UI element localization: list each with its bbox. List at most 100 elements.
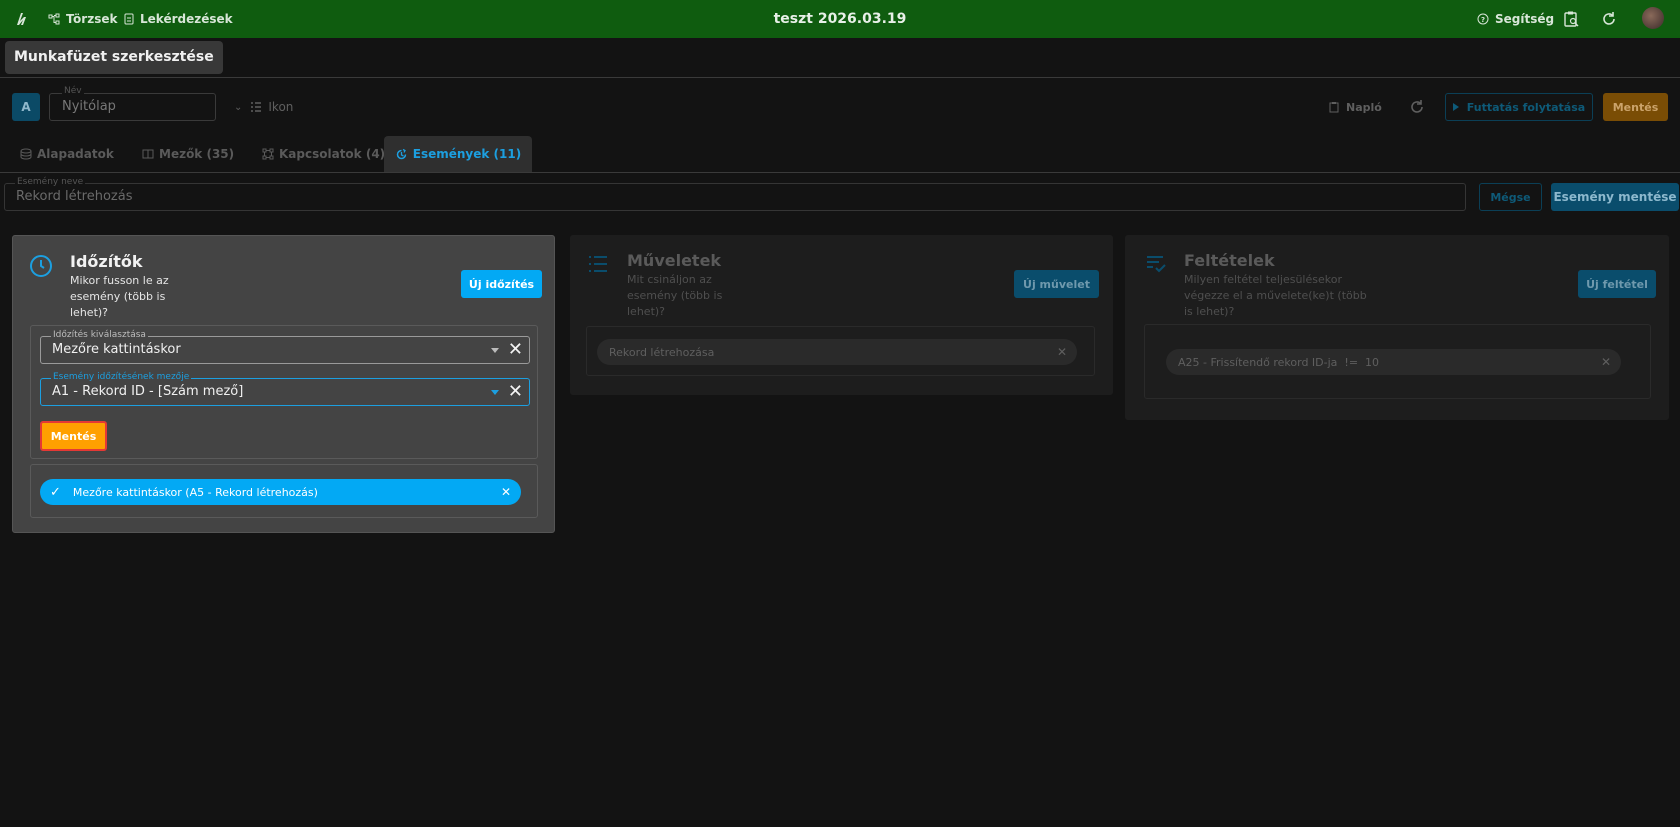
close-icon[interactable]: ✕ xyxy=(1601,355,1611,369)
timer-save-label: Mentés xyxy=(50,429,97,443)
event-name-label: Esemény neve xyxy=(15,177,86,187)
conditions-subtitle: Milyen feltétel teljesülésekor végezze e… xyxy=(1184,272,1384,320)
header-save-button[interactable]: Mentés xyxy=(1603,93,1668,121)
tab-label: Alapadatok xyxy=(37,147,114,161)
subtitle-line: lehet)? xyxy=(70,306,109,319)
icon-picker-label: Ikon xyxy=(268,100,294,114)
timing-select-value: Mezőre kattintáskor xyxy=(52,342,181,357)
event-name-field[interactable]: Esemény neve Rekord létrehozás xyxy=(4,177,1466,211)
operations-title: Műveletek xyxy=(627,251,722,270)
close-icon[interactable]: ✕ xyxy=(508,382,523,402)
clipboard-search-icon[interactable] xyxy=(1562,10,1580,28)
operation-chip-label: Rekord létrehozása xyxy=(609,345,715,359)
timing-select[interactable]: Időzítés kiválasztása Mezőre kattintásko… xyxy=(40,330,530,364)
tab-label: Események (11) xyxy=(412,147,522,161)
operations-card: Műveletek Mit csináljon az esemény (több… xyxy=(570,235,1113,395)
subtitle-line: Milyen feltétel teljesülésekor xyxy=(1184,273,1342,286)
divider xyxy=(0,77,1680,78)
play-icon xyxy=(1452,103,1459,111)
divider xyxy=(0,172,1680,173)
close-icon[interactable]: ✕ xyxy=(501,485,511,499)
new-operation-button[interactable]: Új művelet xyxy=(1014,270,1099,298)
database-icon xyxy=(20,148,32,160)
new-condition-button[interactable]: Új feltétel xyxy=(1578,270,1656,298)
chevron-down-icon: ⌄ xyxy=(234,101,243,113)
refresh-icon[interactable] xyxy=(1600,10,1618,28)
condition-list: A25 - Frissítendő rekord ID-ja != 10 ✕ xyxy=(1144,324,1651,399)
cancel-button[interactable]: Mégse xyxy=(1479,183,1542,211)
event-save-button[interactable]: Esemény mentése xyxy=(1551,183,1679,211)
tab-esemenyek[interactable]: Események (11) xyxy=(384,136,532,172)
log-icon xyxy=(1328,101,1340,113)
operation-chip[interactable]: Rekord létrehozása ✕ xyxy=(597,339,1077,365)
filter-check-icon xyxy=(1145,254,1167,274)
timer-chip-label: Mezőre kattintáskor (A5 - Rekord létreho… xyxy=(72,485,318,499)
workbook-avatar[interactable]: A xyxy=(12,93,40,121)
list-icon xyxy=(587,254,609,274)
subtitle-line: Mikor fusson le az xyxy=(70,274,169,287)
document-icon xyxy=(124,13,134,25)
subtitle-line: lehet)? xyxy=(627,305,666,318)
event-field-select[interactable]: Esemény időzítésének mezője A1 - Rekord … xyxy=(40,372,530,406)
subtitle-line: esemény (több is xyxy=(627,289,723,302)
nav-item-label: Lekérdezések xyxy=(140,12,233,26)
page-title: Munkafüzet szerkesztése xyxy=(5,41,223,74)
nav-item-label: Törzsek xyxy=(66,12,118,26)
help-chat-icon: ? xyxy=(1477,13,1489,25)
close-icon[interactable]: ✕ xyxy=(508,340,523,360)
subtitle-line: is lehet)? xyxy=(1184,305,1235,318)
relations-icon xyxy=(262,148,274,160)
log-button[interactable]: Napló xyxy=(1328,93,1382,121)
event-save-label: Esemény mentése xyxy=(1553,190,1677,204)
help-link[interactable]: ? Segítség xyxy=(1477,0,1554,38)
tab-mezok[interactable]: Mezők (35) xyxy=(142,136,234,172)
svg-text:?: ? xyxy=(1481,16,1485,24)
new-timer-label: Új időzítés xyxy=(468,277,535,291)
reload-icon[interactable] xyxy=(1408,98,1426,116)
nav-item-lekerdezesek[interactable]: Lekérdezések xyxy=(124,0,233,38)
help-label: Segítség xyxy=(1495,12,1555,26)
timer-chip[interactable]: ✓ Mezőre kattintáskor (A5 - Rekord létre… xyxy=(40,479,521,505)
user-avatar[interactable] xyxy=(1642,7,1664,29)
condition-chip-label: A25 - Frissítendő rekord ID-ja != 10 xyxy=(1178,355,1380,369)
timers-title: Időzítők xyxy=(70,252,143,271)
tab-kapcsolatok[interactable]: Kapcsolatok (4) xyxy=(262,136,385,172)
top-bar: Törzsek Lekérdezések teszt 2026.03.19 ? … xyxy=(0,0,1680,38)
workbook-title: teszt 2026.03.19 xyxy=(773,11,907,27)
subtitle-line: Mit csináljon az xyxy=(627,273,712,286)
condition-chip[interactable]: A25 - Frissítendő rekord ID-ja != 10 ✕ xyxy=(1166,349,1621,375)
operation-list: Rekord létrehozása ✕ xyxy=(586,326,1095,376)
new-operation-label: Új művelet xyxy=(1023,277,1090,291)
tab-alapadatok[interactable]: Alapadatok xyxy=(20,136,114,172)
tree-icon xyxy=(48,13,60,25)
timer-save-button[interactable]: Mentés xyxy=(40,421,107,451)
close-icon[interactable]: ✕ xyxy=(1057,345,1067,359)
subtitle-line: végezze el a művelete(ke)t (több xyxy=(1184,289,1367,302)
dropdown-caret-icon[interactable] xyxy=(491,348,499,353)
events-icon xyxy=(395,148,408,161)
dropdown-caret-icon[interactable] xyxy=(491,390,499,395)
name-field-value: Nyitólap xyxy=(62,99,116,114)
check-icon: ✓ xyxy=(50,484,61,500)
run-continue-label: Futtatás folytatása xyxy=(1466,100,1586,114)
timers-subtitle: Mikor fusson le az esemény (több is lehe… xyxy=(70,273,210,321)
run-continue-button[interactable]: Futtatás folytatása xyxy=(1445,93,1593,121)
clock-icon xyxy=(29,254,53,278)
new-timer-button[interactable]: Új időzítés xyxy=(461,270,542,298)
timer-list: ✓ Mezőre kattintáskor (A5 - Rekord létre… xyxy=(30,464,538,518)
app-logo[interactable] xyxy=(14,10,32,28)
tab-label: Kapcsolatok (4) xyxy=(279,147,386,161)
nav-item-torzsek[interactable]: Törzsek xyxy=(48,0,117,38)
conditions-title: Feltételek xyxy=(1184,251,1275,270)
log-label: Napló xyxy=(1346,100,1382,114)
name-field[interactable]: Név Nyitólap xyxy=(49,86,216,121)
tab-label: Mezők (35) xyxy=(159,147,235,161)
timer-editor: Időzítés kiválasztása Mezőre kattintásko… xyxy=(30,325,538,459)
event-field-select-value: A1 - Rekord ID - [Szám mező] xyxy=(52,384,244,399)
new-condition-label: Új feltétel xyxy=(1586,277,1648,291)
subtitle-line: esemény (több is xyxy=(70,290,166,303)
operations-subtitle: Mit csináljon az esemény (több is lehet)… xyxy=(627,272,767,320)
event-name-value: Rekord létrehozás xyxy=(16,189,133,204)
name-field-label: Név xyxy=(62,86,84,96)
icon-picker[interactable]: ⌄ Ikon xyxy=(234,93,293,121)
